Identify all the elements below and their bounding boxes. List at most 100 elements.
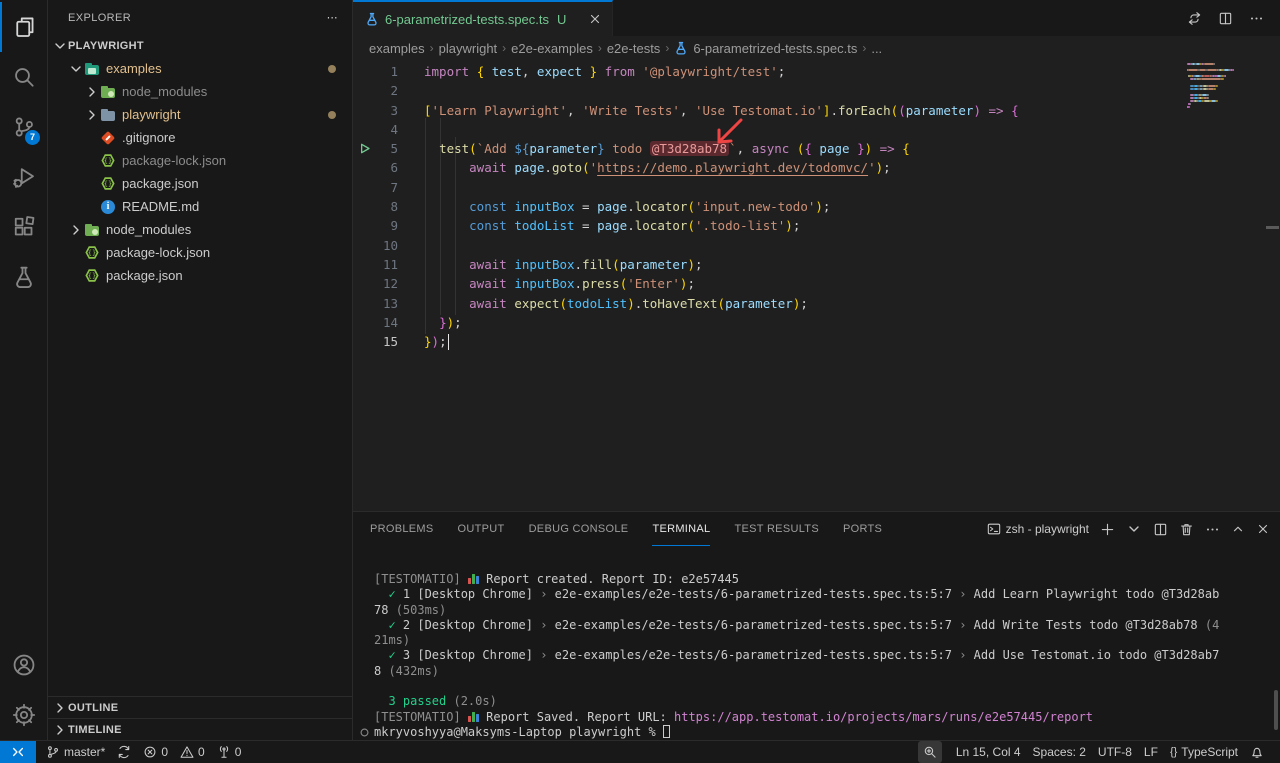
editor-actions [1187, 0, 1280, 36]
chevron-down-icon[interactable] [68, 61, 84, 77]
chevron-down-icon [52, 38, 68, 54]
status-zoom-indicator[interactable] [918, 741, 942, 763]
panel-tab-test-results[interactable]: TEST RESULTS [734, 512, 819, 546]
activity-bar: 7 [0, 0, 48, 740]
chevron-right-icon[interactable] [68, 222, 84, 238]
tree-item-package-json[interactable]: {}package.json [48, 172, 352, 195]
activity-item-testing[interactable] [0, 252, 47, 302]
activity-item-extensions[interactable] [0, 202, 47, 252]
activity-item-run-and-debug[interactable] [0, 152, 47, 202]
file-tree: examplesnode_modulesplaywright.gitignore… [48, 57, 352, 287]
tree-item-package-lock-json[interactable]: {}package-lock.json [48, 149, 352, 172]
code-text: await inputBox.press('Enter'); [424, 274, 695, 293]
minimap[interactable] [1187, 63, 1255, 109]
workspace-section-header[interactable]: PLAYWRIGHT [48, 35, 352, 57]
outline-section[interactable]: OUTLINE [48, 696, 352, 718]
tab-active-file[interactable]: 6-parametrized-tests.spec.ts U [353, 0, 613, 36]
chevron-right-icon[interactable] [84, 107, 100, 123]
activity-item-manage[interactable] [0, 690, 47, 740]
breadcrumb-separator-icon: › [430, 41, 434, 55]
editor-gutter: 10 [353, 236, 424, 255]
status-indentation[interactable]: Spaces: 2 [1027, 741, 1092, 763]
tree-item-label: examples [106, 61, 162, 76]
status-eol[interactable]: LF [1138, 741, 1164, 763]
split-editor-icon[interactable] [1153, 522, 1168, 537]
tree-item-readme-md[interactable]: iREADME.md [48, 195, 352, 218]
tree-item-playwright[interactable]: playwright [48, 103, 352, 126]
trash-icon[interactable] [1179, 522, 1194, 537]
status-encoding[interactable]: UTF-8 [1092, 741, 1138, 763]
code-line: 13 await expect(todoList).toHaveText(par… [353, 294, 1280, 313]
breadcrumb-item[interactable]: ... [871, 41, 882, 56]
activity-item-explorer[interactable] [0, 2, 47, 52]
split-editor-icon[interactable] [1218, 11, 1233, 26]
sync-icon [117, 745, 131, 759]
panel-tab-terminal[interactable]: TERMINAL [652, 512, 710, 546]
terminal-icon [987, 522, 1001, 536]
panel-tab-output[interactable]: OUTPUT [458, 512, 505, 546]
ellipsis-icon[interactable] [1205, 522, 1220, 537]
breadcrumb-item[interactable]: e2e-tests [607, 41, 660, 56]
terminal-output[interactable]: [TESTOMATIO] Report created. Report ID: … [353, 546, 1280, 740]
status-problems-warnings[interactable]: 0 [174, 741, 211, 763]
search-icon [12, 65, 36, 89]
close-icon[interactable] [1256, 522, 1270, 536]
code-line: 11 await inputBox.fill(parameter); [353, 255, 1280, 274]
code-line: 4 [353, 120, 1280, 139]
panel-tab-problems[interactable]: PROBLEMS [370, 512, 434, 546]
breadcrumb-item[interactable]: playwright [439, 41, 498, 56]
tree-item-package-lock-json[interactable]: {}package-lock.json [48, 241, 352, 264]
chevron-right-icon [52, 700, 68, 716]
breadcrumb-label: playwright [439, 41, 498, 56]
status-bar: master*000 Ln 15, Col 4Spaces: 2UTF-8LF{… [0, 740, 1280, 763]
line-number: 1 [353, 62, 398, 81]
tree-item-examples[interactable]: examples [48, 57, 352, 80]
close-tab-icon[interactable] [588, 12, 602, 26]
terminal-profile-label[interactable]: zsh - playwright [987, 522, 1089, 536]
status-sync-changes[interactable] [111, 741, 137, 763]
activity-item-accounts[interactable] [0, 640, 47, 690]
code-text: await expect(todoList).toHaveText(parame… [424, 294, 808, 313]
open-changes-icon[interactable] [1187, 11, 1202, 26]
breadcrumb-label: e2e-tests [607, 41, 660, 56]
tree-item-package-json[interactable]: {}package.json [48, 264, 352, 287]
chevron-right-icon[interactable] [84, 84, 100, 100]
status-cursor-position[interactable]: Ln 15, Col 4 [950, 741, 1027, 763]
code-text: }); [424, 313, 462, 332]
plus-icon[interactable] [1100, 522, 1115, 537]
editor-gutter: 15 [353, 332, 424, 351]
chevron-up-icon[interactable] [1231, 522, 1245, 536]
tree-item-node-modules[interactable]: node_modules [48, 218, 352, 241]
status-forwarded-ports[interactable]: 0 [211, 741, 248, 763]
panel-tab-debug-console[interactable]: DEBUG CONSOLE [529, 512, 629, 546]
status-notifications[interactable] [1244, 741, 1270, 763]
status-remote-indicator[interactable] [0, 741, 36, 763]
gear-icon [12, 703, 36, 727]
activity-item-search[interactable] [0, 52, 47, 102]
terminal-line: [TESTOMATIO] Report created. Report ID: … [374, 572, 1280, 587]
error-icon [143, 745, 157, 759]
terminal-line [374, 679, 1280, 694]
radio-tower-icon [217, 745, 231, 759]
tree-item--gitignore[interactable]: .gitignore [48, 126, 352, 149]
breadcrumb-item[interactable]: e2e-examples [511, 41, 593, 56]
status-git-branch[interactable]: master* [40, 741, 111, 763]
tree-item-node-modules[interactable]: node_modules [48, 80, 352, 103]
chevron-right-icon [52, 722, 68, 738]
status-language-mode[interactable]: {}TypeScript [1164, 741, 1244, 763]
breadcrumb-item[interactable]: examples [369, 41, 425, 56]
ellipsis-icon[interactable] [1249, 11, 1264, 26]
scrollbar-mark[interactable] [1266, 226, 1279, 229]
panel-header: PROBLEMS OUTPUT DEBUG CONSOLE TERMINAL TEST … [353, 512, 1280, 546]
terminal-line: ✓ 3 [Desktop Chrome] › e2e-examples/e2e-… [374, 648, 1280, 663]
sidebar-bottom-sections: OUTLINE TIMELINE [48, 696, 352, 740]
explorer-more-icon[interactable]: ⋯ [327, 11, 338, 24]
panel-tab-ports[interactable]: PORTS [843, 512, 882, 546]
breadcrumb-item[interactable]: 6-parametrized-tests.spec.ts [674, 41, 857, 56]
activity-item-source-control[interactable]: 7 [0, 102, 47, 152]
terminal-scrollbar[interactable] [1274, 690, 1278, 730]
code-editor[interactable]: 1import { test, expect } from '@playwrig… [353, 60, 1280, 511]
timeline-section[interactable]: TIMELINE [48, 718, 352, 740]
chevron-down-icon[interactable] [1126, 521, 1142, 537]
status-problems-errors[interactable]: 0 [137, 741, 174, 763]
